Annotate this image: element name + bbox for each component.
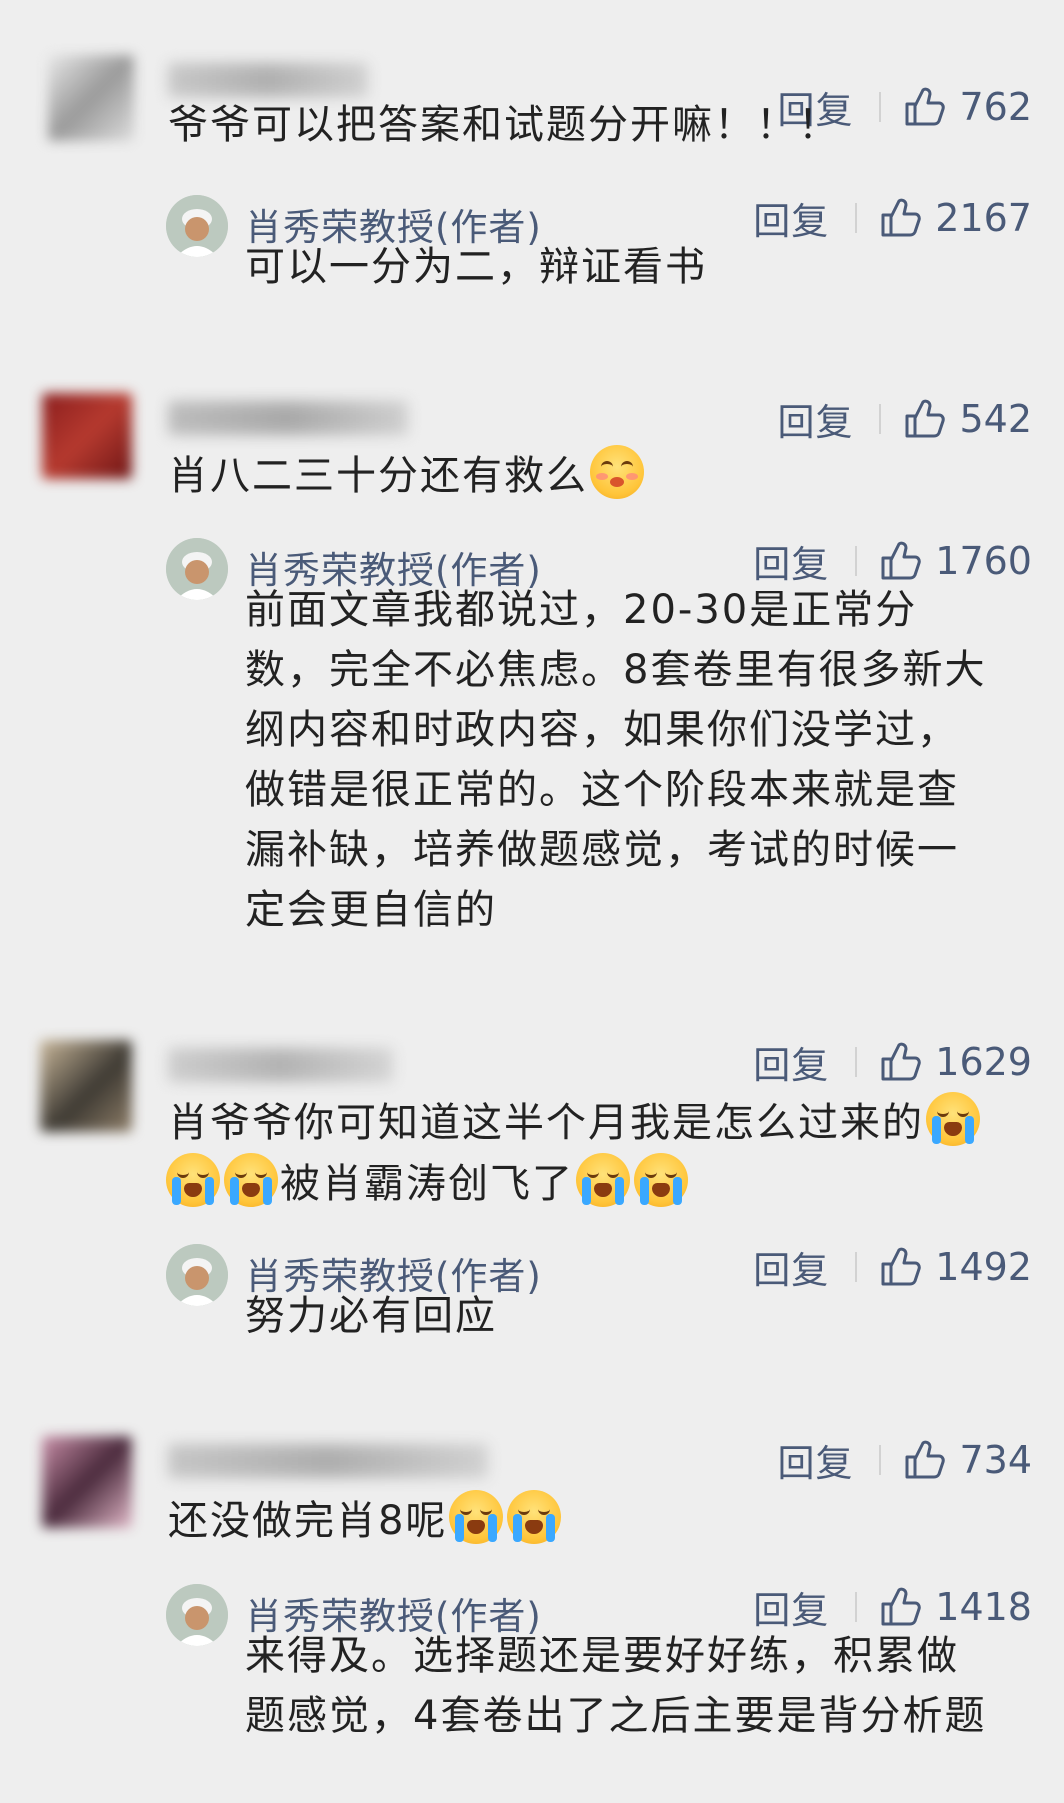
author-avatar[interactable] bbox=[166, 1244, 228, 1306]
thumbs-up-icon[interactable] bbox=[879, 540, 923, 582]
divider bbox=[855, 546, 858, 576]
author-avatar[interactable] bbox=[166, 538, 228, 600]
thumbs-up-icon[interactable] bbox=[879, 1246, 923, 1288]
crying-face-icon bbox=[576, 1153, 630, 1207]
author-avatar[interactable] bbox=[166, 1584, 228, 1646]
commenter-name[interactable] bbox=[168, 63, 368, 97]
divider bbox=[855, 1252, 858, 1282]
like-count: 1492 bbox=[935, 1245, 1032, 1289]
commenter-name[interactable] bbox=[168, 1444, 488, 1478]
like-count: 542 bbox=[959, 397, 1032, 441]
divider bbox=[855, 1047, 858, 1077]
author-photo bbox=[166, 1244, 228, 1306]
comments-page: 回复 762 爷爷可以把答案和试题分开嘛！！！ 肖秀荣教授(作者) 回复 216… bbox=[0, 0, 1064, 1803]
divider bbox=[879, 404, 882, 434]
thumbs-up-icon[interactable] bbox=[903, 1439, 947, 1481]
thumbs-up-icon[interactable] bbox=[879, 197, 923, 239]
crying-face-icon bbox=[166, 1153, 220, 1207]
comment-text-content: 肖爷爷你可知道这半个月我是怎么过来的 bbox=[168, 1100, 924, 1146]
commenter-name[interactable] bbox=[168, 1048, 393, 1082]
reply-text-line: 数，完全不必焦虑。8套卷里有很多新大 bbox=[245, 647, 987, 693]
reply-text-line: 来得及。选择题还是要好好练，积累做 bbox=[245, 1633, 959, 1679]
comment-text: 爷爷可以把答案和试题分开嘛！！！ bbox=[168, 102, 840, 148]
like-count: 1418 bbox=[935, 1585, 1032, 1629]
divider bbox=[855, 203, 858, 233]
avatar[interactable] bbox=[42, 393, 132, 479]
reply-text-line: 漏补缺，培养做题感觉，考试的时候一 bbox=[245, 827, 959, 873]
comment-text-line: 肖爷爷你可知道这半个月我是怎么过来的 bbox=[168, 1092, 1048, 1153]
crying-face-icon bbox=[507, 1490, 562, 1544]
comment-text-content: 肖八二三十分还有救么 bbox=[168, 453, 588, 499]
like-count: 2167 bbox=[935, 196, 1032, 240]
like-count: 1760 bbox=[935, 539, 1032, 583]
thumbs-up-icon[interactable] bbox=[879, 1041, 923, 1083]
reply-button[interactable]: 回复 bbox=[753, 1035, 829, 1089]
reply-text-line: 做错是很正常的。这个阶段本来就是查 bbox=[245, 767, 959, 813]
comment-text: 肖爷爷你可知道这半个月我是怎么过来的 被肖霸涛创飞了 bbox=[166, 1092, 1048, 1214]
thumbs-up-icon[interactable] bbox=[879, 1586, 923, 1628]
shy-face-icon bbox=[590, 445, 644, 499]
author-photo bbox=[166, 538, 228, 600]
avatar[interactable] bbox=[42, 1436, 132, 1528]
comment-text-content: 还没做完肖8呢 bbox=[168, 1498, 448, 1544]
author-photo bbox=[166, 1584, 228, 1646]
reply-button[interactable]: 回复 bbox=[777, 1433, 853, 1487]
divider bbox=[855, 1592, 858, 1622]
reply-text-line: 题感觉，4套卷出了之后主要是背分析题 bbox=[245, 1693, 987, 1739]
comment-text: 还没做完肖8呢 bbox=[168, 1490, 1038, 1551]
avatar[interactable] bbox=[40, 1040, 132, 1132]
reply-text: 可以一分为二，辩证看书 bbox=[245, 244, 707, 290]
reply-text-line: 纲内容和时政内容，如果你们没学过， bbox=[245, 707, 959, 753]
like-count: 1629 bbox=[935, 1040, 1032, 1084]
reply-text: 来得及。选择题还是要好好练，积累做 题感觉，4套卷出了之后主要是背分析题 bbox=[245, 1626, 1035, 1746]
divider bbox=[879, 1445, 882, 1475]
comment-text-line: 被肖霸涛创飞了 bbox=[164, 1153, 1048, 1214]
crying-face-icon bbox=[926, 1092, 980, 1146]
thumbs-up-icon[interactable] bbox=[903, 398, 947, 440]
reply-text: 前面文章我都说过，20-30是正常分 数，完全不必焦虑。8套卷里有很多新大 纲内… bbox=[245, 580, 1035, 940]
reply-text-line: 前面文章我都说过，20-30是正常分 bbox=[245, 587, 918, 633]
reply-text-line: 定会更自信的 bbox=[245, 887, 497, 933]
crying-face-icon bbox=[224, 1153, 278, 1207]
crying-face-icon bbox=[449, 1490, 504, 1544]
comment-text-content: 被肖霸涛创飞了 bbox=[280, 1161, 574, 1207]
crying-face-icon bbox=[634, 1153, 688, 1207]
comment-text: 肖八二三十分还有救么 bbox=[168, 445, 1038, 506]
commenter-name[interactable] bbox=[168, 401, 408, 435]
avatar[interactable] bbox=[48, 55, 134, 141]
author-photo bbox=[166, 195, 228, 257]
reply-text: 努力必有回应 bbox=[245, 1293, 497, 1339]
like-count: 734 bbox=[959, 1438, 1032, 1482]
author-avatar[interactable] bbox=[166, 195, 228, 257]
reply-button[interactable]: 回复 bbox=[777, 392, 853, 446]
